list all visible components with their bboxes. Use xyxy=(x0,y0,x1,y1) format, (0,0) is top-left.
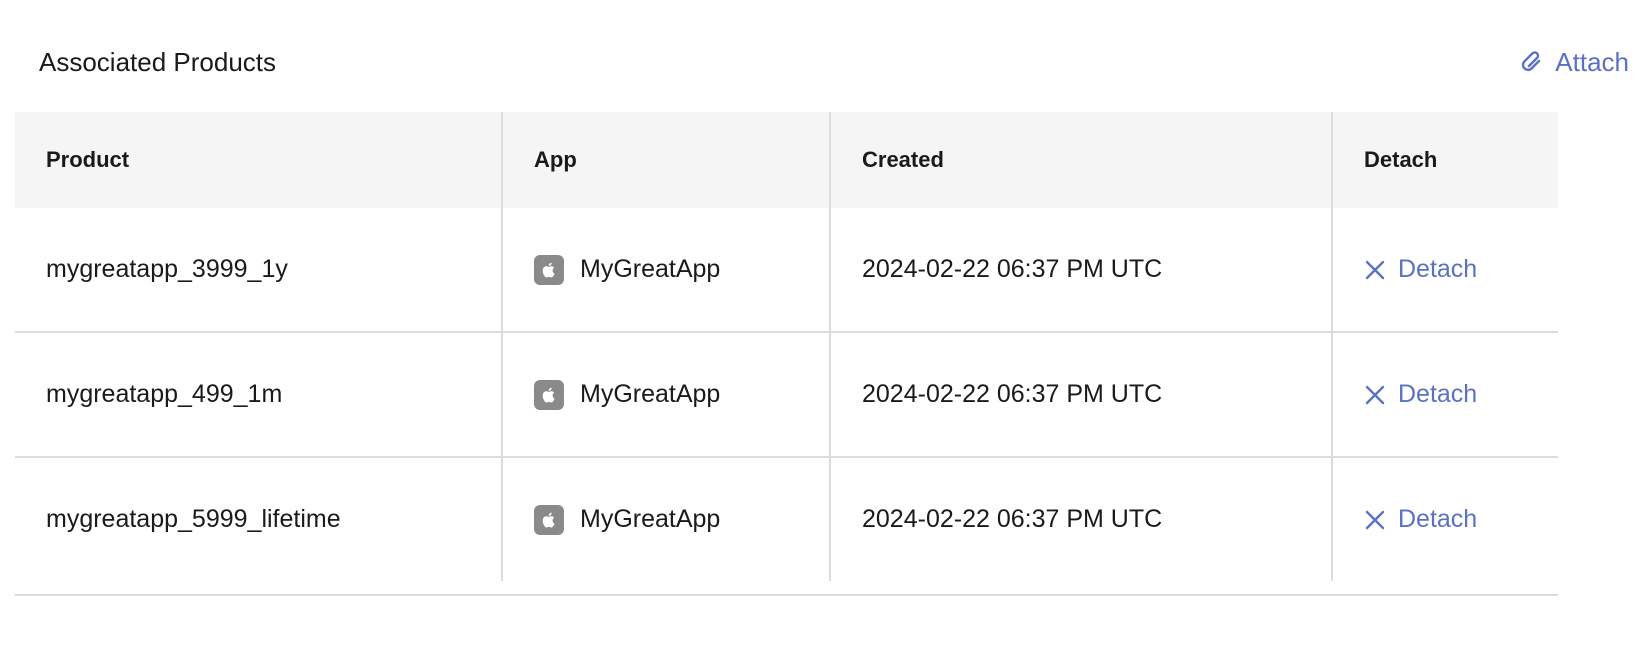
created-timestamp: 2024-02-22 06:37 PM UTC xyxy=(831,208,1333,331)
attach-button[interactable]: Attach xyxy=(1519,44,1629,80)
close-icon xyxy=(1364,509,1386,531)
column-header-detach: Detach xyxy=(1364,147,1438,172)
app-cell: MyGreatApp xyxy=(503,208,831,331)
product-id: mygreatapp_5999_lifetime xyxy=(15,458,503,581)
product-id: mygreatapp_3999_1y xyxy=(15,208,503,331)
associated-products-table: Product App Created Detach mygreatapp_39… xyxy=(15,112,1558,581)
detach-label: Detach xyxy=(1398,255,1478,283)
detach-button[interactable]: Detach xyxy=(1364,380,1477,409)
attach-label: Attach xyxy=(1555,47,1629,77)
app-cell: MyGreatApp xyxy=(503,333,831,456)
associated-products-header: Associated Products Attach xyxy=(0,0,1639,112)
apple-icon xyxy=(534,254,564,285)
detach-button[interactable]: Detach xyxy=(1364,255,1477,284)
created-timestamp: 2024-02-22 06:37 PM UTC xyxy=(831,458,1333,581)
detach-cell: Detach xyxy=(1333,333,1558,456)
detach-label: Detach xyxy=(1398,505,1478,533)
section-title: Associated Products xyxy=(39,47,277,77)
paperclip-icon xyxy=(1519,48,1547,76)
table-bottom-divider xyxy=(15,594,1558,596)
column-header-created: Created xyxy=(831,112,1333,208)
app-cell: MyGreatApp xyxy=(503,458,831,581)
app-name: MyGreatApp xyxy=(580,380,721,408)
table-row: mygreatapp_499_1m MyGreatApp 2024-02-22 … xyxy=(15,333,1558,458)
created-timestamp: 2024-02-22 06:37 PM UTC xyxy=(831,333,1333,456)
table-row: mygreatapp_3999_1y MyGreatApp 2024-02-22… xyxy=(15,208,1558,333)
apple-icon xyxy=(534,379,564,410)
table-header-row: Product App Created Detach xyxy=(15,112,1558,208)
column-header-app: App xyxy=(503,112,831,208)
app-name: MyGreatApp xyxy=(580,505,721,533)
table-row: mygreatapp_5999_lifetime MyGreatApp 2024… xyxy=(15,458,1558,581)
detach-cell: Detach xyxy=(1333,208,1558,331)
app-name: MyGreatApp xyxy=(580,255,721,283)
detach-button[interactable]: Detach xyxy=(1364,505,1477,534)
close-icon xyxy=(1364,259,1386,281)
product-id: mygreatapp_499_1m xyxy=(15,333,503,456)
column-header-product: Product xyxy=(15,112,503,208)
detach-label: Detach xyxy=(1398,380,1478,408)
apple-icon xyxy=(534,504,564,535)
detach-cell: Detach xyxy=(1333,458,1558,581)
close-icon xyxy=(1364,384,1386,406)
